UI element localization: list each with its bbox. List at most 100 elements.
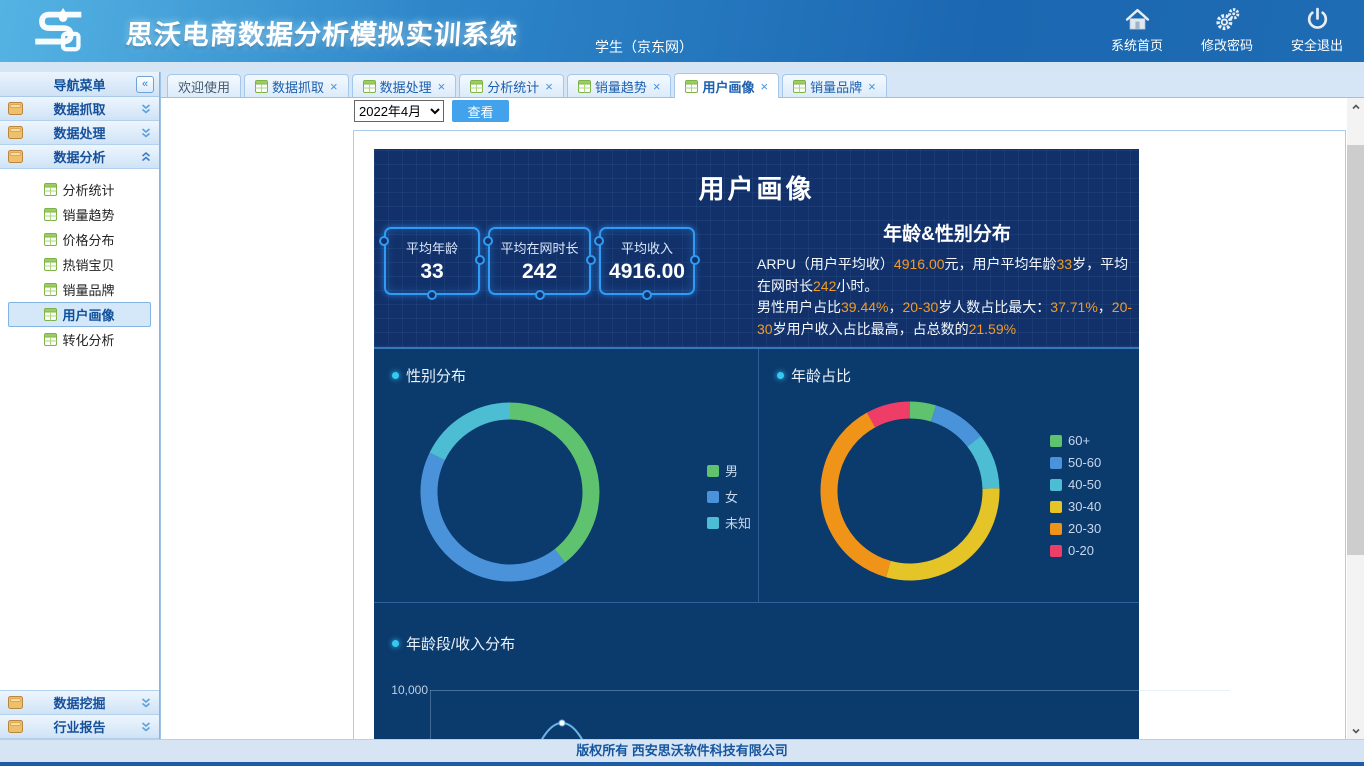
sidebar-item-user-profile[interactable]: 用户画像 [8, 302, 151, 327]
legend-item-30-40[interactable]: 30-40 [1050, 499, 1101, 514]
tab-data-processing[interactable]: 数据处理× [352, 74, 457, 97]
gender-legend: 男女未知 [707, 461, 751, 532]
logout-button[interactable]: 安全退出 [1280, 6, 1354, 54]
sidebar-item-sales-trend[interactable]: 销量趋势 [8, 202, 151, 227]
header-divider [0, 62, 1364, 72]
legend-item-0-20[interactable]: 0-20 [1050, 543, 1101, 558]
tab-welcome[interactable]: 欢迎使用 [167, 74, 241, 97]
sidebar-item-price-distribution[interactable]: 价格分布 [8, 227, 151, 252]
y-axis-tick: 10,000 [382, 683, 428, 697]
bullet-dot-icon [392, 640, 399, 647]
scroll-down-button[interactable] [1347, 722, 1364, 739]
sidebar-collapse-button[interactable]: « [136, 76, 154, 93]
sidebar-group-data-processing[interactable]: 数据处理 [0, 121, 159, 145]
legend-swatch [707, 517, 719, 529]
legend-item-女[interactable]: 女 [707, 487, 751, 506]
nav-button-label: 安全退出 [1291, 35, 1343, 54]
home-button[interactable]: 系统首页 [1100, 6, 1174, 54]
footer: 版权所有 西安思沃软件科技有限公司 [0, 739, 1364, 762]
scrollbar-thumb[interactable] [1347, 145, 1364, 555]
tab-data-capture[interactable]: 数据抓取× [244, 74, 349, 97]
change-password-button[interactable]: 修改密码 [1190, 6, 1264, 54]
table-icon [44, 233, 57, 246]
gear-icon [1214, 6, 1241, 33]
nav-button-label: 修改密码 [1201, 35, 1253, 54]
copyright-text: 版权所有 西安思沃软件科技有限公司 [576, 743, 788, 758]
tab-user-profile[interactable]: 用户画像 × [674, 73, 779, 98]
legend-item-60+[interactable]: 60+ [1050, 433, 1101, 448]
sidebar-item-label: 分析统计 [62, 180, 114, 199]
table-icon [44, 183, 57, 196]
donut-segment-女[interactable] [415, 397, 605, 587]
chevron-double-down-icon [140, 127, 152, 139]
tab-close-icon[interactable]: × [438, 79, 446, 94]
chevron-double-down-icon [140, 103, 152, 115]
table-icon [363, 80, 376, 93]
summary-title: 年龄&性别分布 [757, 219, 1137, 246]
legend-item-未知[interactable]: 未知 [707, 513, 751, 532]
bottom-accent-bar [0, 762, 1364, 766]
age-legend: 60+ 50-60 40-50 30-40 20-30 0-20 [1050, 433, 1101, 558]
legend-label: 40-50 [1068, 477, 1101, 492]
stat-card: 平均收入4916.00 [599, 227, 695, 295]
sidebar-item-hot-items[interactable]: 热销宝贝 [8, 252, 151, 277]
donut-segment-40-50[interactable] [815, 396, 1005, 586]
table-icon [44, 208, 57, 221]
legend-label: 0-20 [1068, 543, 1094, 558]
tab-close-icon[interactable]: × [868, 79, 876, 94]
legend-swatch [1050, 479, 1062, 491]
chevron-double-up-icon [140, 151, 152, 163]
sidebar-item-sales-brand[interactable]: 销量品牌 [8, 277, 151, 302]
report-panel: 用户画像 平均年龄33平均在网时长242平均收入4916.00 年龄&性别分布 … [353, 130, 1346, 739]
sidebar-group-data-mining[interactable]: 数据挖掘 [0, 691, 159, 715]
legend-item-50-60[interactable]: 50-60 [1050, 455, 1101, 470]
gender-chart-title: 性别分布 [392, 365, 466, 386]
age-gender-summary: 年龄&性别分布 ARPU（用户平均收）4916.00元，用户平均年龄33岁，平均… [757, 219, 1137, 341]
legend-item-20-30[interactable]: 20-30 [1050, 521, 1101, 536]
folder-icon [8, 720, 23, 733]
sidebar-group-label: 数据抓取 [0, 99, 159, 118]
user-label: 学生（京东网） [595, 37, 693, 57]
sidebar-item-conversion-analysis[interactable]: 转化分析 [8, 327, 151, 352]
view-button[interactable]: 查看 [452, 100, 509, 122]
tab-label: 分析统计 [487, 77, 539, 96]
tab-close-icon[interactable]: × [330, 79, 338, 94]
chevron-double-down-icon [140, 697, 152, 709]
sidebar-item-analysis-stats[interactable]: 分析统计 [8, 177, 151, 202]
donut-segment-20-30[interactable] [815, 396, 1005, 586]
donut-segment-未知[interactable] [415, 397, 605, 587]
donut-segment-0-20[interactable] [815, 396, 1005, 586]
sidebar-group-industry-report[interactable]: 行业报告 [0, 715, 159, 739]
tab-close-icon[interactable]: × [760, 79, 768, 94]
home-icon [1124, 6, 1151, 33]
income-line-chart[interactable] [430, 690, 1230, 739]
tab-sales-brand[interactable]: 销量品牌× [782, 74, 887, 97]
age-donut-chart[interactable] [815, 396, 1005, 586]
legend-item-40-50[interactable]: 40-50 [1050, 477, 1101, 492]
table-icon [44, 308, 57, 321]
sidebar-group-data-capture[interactable]: 数据抓取 [0, 97, 159, 121]
tab-label: 欢迎使用 [178, 77, 230, 96]
dashboard-summary-section: 用户画像 平均年龄33平均在网时长242平均收入4916.00 年龄&性别分布 … [374, 149, 1139, 349]
scroll-up-button[interactable] [1347, 98, 1364, 115]
chevron-double-down-icon [140, 721, 152, 733]
tab-label: 用户画像 [702, 77, 754, 96]
stat-label: 平均在网时长 [500, 238, 578, 257]
sidebar-item-label: 价格分布 [62, 230, 114, 249]
legend-swatch [707, 465, 719, 477]
period-select[interactable]: 2022年4月 [354, 100, 444, 122]
gender-donut-chart[interactable] [415, 397, 605, 587]
sidebar-group-data-analysis[interactable]: 数据分析 [0, 145, 159, 169]
legend-item-男[interactable]: 男 [707, 461, 751, 480]
content-scrollbar[interactable] [1347, 98, 1364, 739]
folder-icon [8, 150, 23, 163]
tab-sales-trend[interactable]: 销量趋势× [567, 74, 672, 97]
sidebar-group-label: 数据处理 [0, 123, 159, 142]
sidebar-header: 导航菜单 « [0, 72, 159, 97]
tab-close-icon[interactable]: × [653, 79, 661, 94]
tab-close-icon[interactable]: × [545, 79, 553, 94]
donut-segment-50-60[interactable] [815, 396, 1005, 586]
tab-analysis-stats[interactable]: 分析统计 × [459, 74, 564, 97]
legend-label: 未知 [725, 513, 751, 532]
legend-swatch [1050, 545, 1062, 557]
